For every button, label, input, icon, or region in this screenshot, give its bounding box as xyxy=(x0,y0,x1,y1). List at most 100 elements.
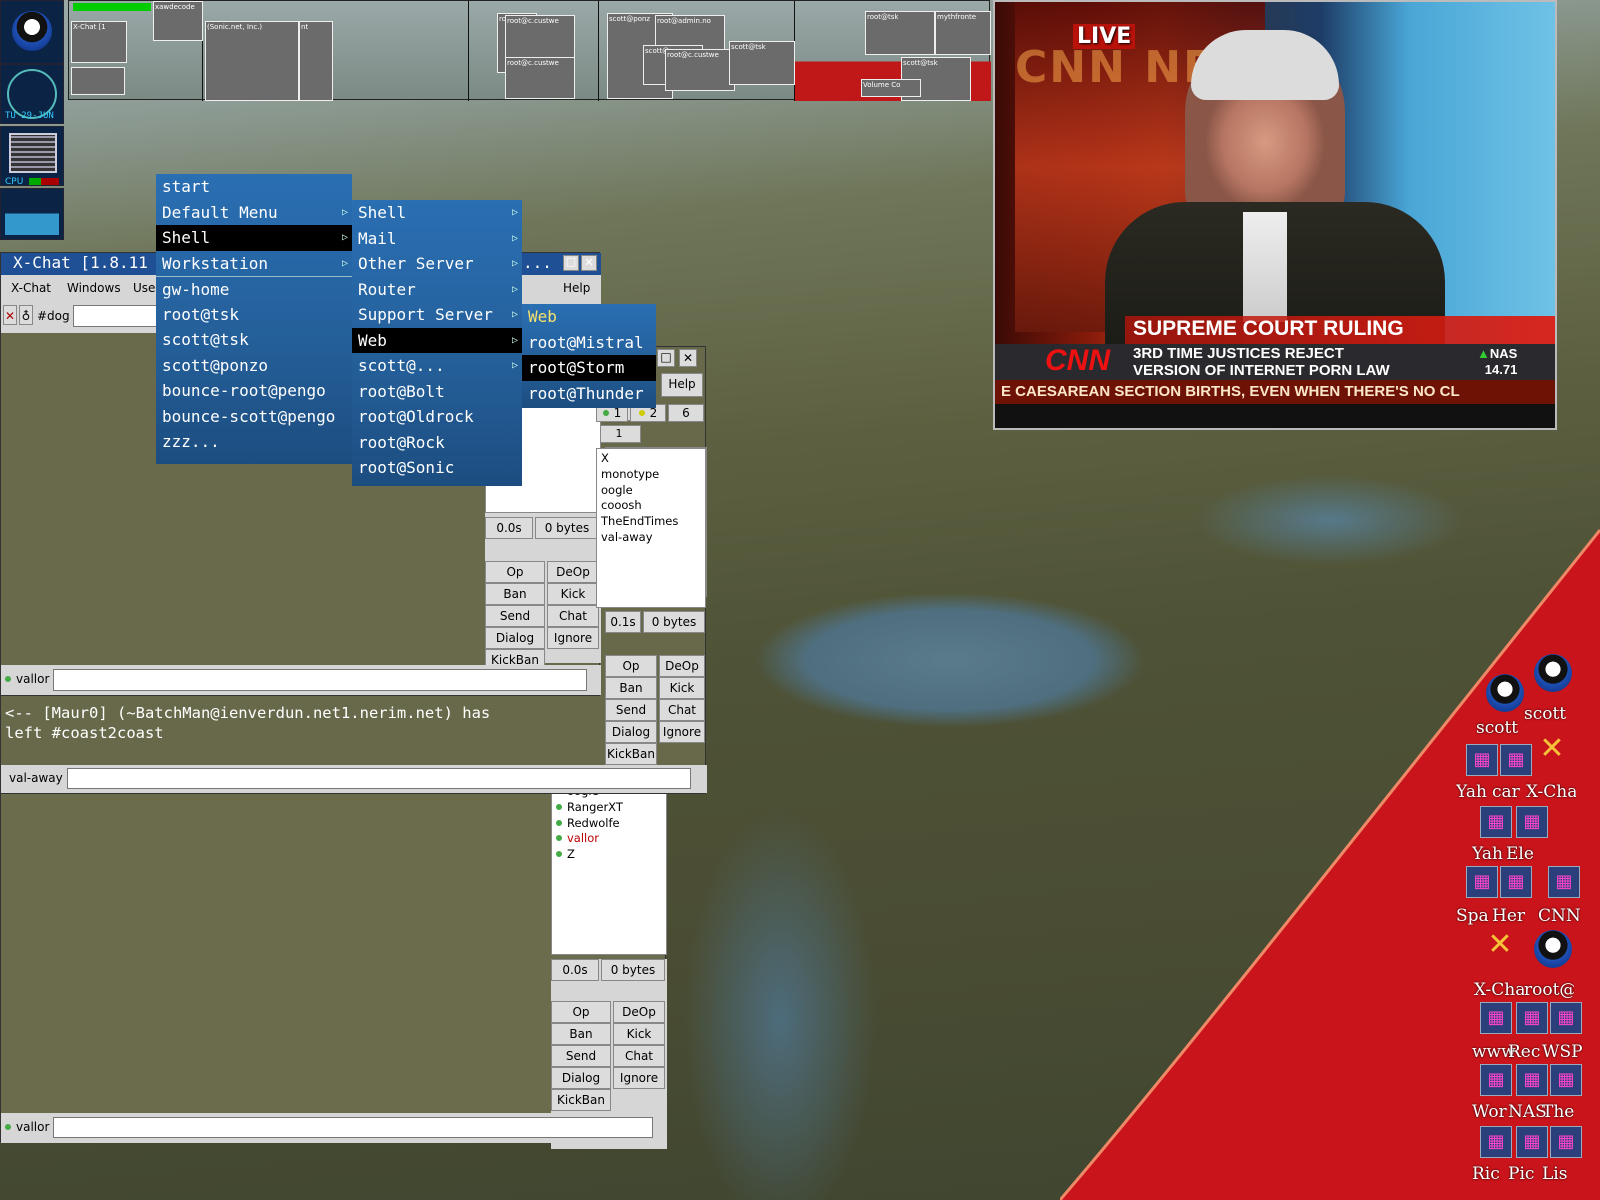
pager-window[interactable]: root@tsk xyxy=(865,11,935,55)
tux-icon[interactable] xyxy=(1486,674,1524,712)
user-list-item[interactable]: vallor xyxy=(556,831,662,847)
launcher-icon[interactable]: ▦ xyxy=(1516,806,1548,838)
menu-item[interactable]: Web xyxy=(522,304,656,330)
menu-item[interactable]: start xyxy=(156,174,352,200)
ignore-button[interactable]: Ignore xyxy=(613,1067,665,1089)
menu-item[interactable]: root@Rock xyxy=(352,430,522,456)
menu-item[interactable]: root@tsk xyxy=(156,302,352,328)
user-list-item[interactable]: TheEndTimes xyxy=(601,514,701,530)
menu-item[interactable]: root@Mistral xyxy=(522,330,656,356)
desktop-icon-label[interactable]: The xyxy=(1542,1102,1574,1122)
menu-item[interactable]: scott@ponzo xyxy=(156,353,352,379)
kickban-button[interactable]: KickBan xyxy=(605,743,657,765)
launcher-icon[interactable]: ▦ xyxy=(1480,1002,1512,1034)
tux-icon[interactable] xyxy=(1534,930,1572,968)
ignore-button[interactable]: Ignore xyxy=(659,721,705,743)
tab-strip[interactable]: 1 xyxy=(597,425,641,443)
launcher-icon[interactable]: ▦ xyxy=(1516,1002,1548,1034)
dock-clock[interactable]: TU 29-JUN xyxy=(0,64,64,124)
launcher-icon[interactable]: ▦ xyxy=(1550,1064,1582,1096)
pager-window[interactable]: root@c.custwe xyxy=(505,57,575,99)
pager-window[interactable]: root@c.custwe xyxy=(505,15,575,61)
close-icon[interactable]: ✕ xyxy=(679,349,697,367)
user-list-item[interactable]: oogle xyxy=(601,483,701,499)
menu-item[interactable]: gw-home xyxy=(156,276,352,302)
menu-item[interactable]: zzz... xyxy=(156,429,352,455)
chat-button[interactable]: Chat xyxy=(547,605,599,627)
maximize-icon[interactable]: □ xyxy=(657,349,675,367)
user-list-item[interactable]: X xyxy=(601,451,701,467)
kick-button[interactable]: Kick xyxy=(659,677,705,699)
pager-window[interactable]: root@c.custwe xyxy=(665,49,735,91)
pager-window[interactable]: Volume Co xyxy=(861,79,921,97)
desktop-icon-label[interactable]: Spa xyxy=(1456,906,1489,926)
menu-item[interactable]: scott@... ▷ xyxy=(352,353,522,379)
desktop-icon-label[interactable]: CNN xyxy=(1538,906,1581,926)
menu-item[interactable]: root@Oldrock xyxy=(352,404,522,430)
desktop-icon-label[interactable]: X-Cha xyxy=(1474,980,1524,1000)
user-list-item[interactable]: monotype xyxy=(601,467,701,483)
pager-desk-1[interactable]: X-Chat [1 xawdecode xyxy=(69,1,203,101)
kickban-button[interactable]: KickBan xyxy=(551,1089,611,1111)
menu-item[interactable]: Router ▷ xyxy=(352,277,522,303)
user-list[interactable]: X monotype oogle cooosh TheEndTimes val-… xyxy=(596,448,706,608)
menu-xchat[interactable]: X-Chat xyxy=(11,281,51,295)
user-list[interactable]: oogle RangerXT Redwolfe vallor Z xyxy=(551,781,667,955)
launcher-icon[interactable]: ▦ xyxy=(1480,1126,1512,1158)
message-input[interactable] xyxy=(53,1117,653,1138)
launcher-icon[interactable]: ▦ xyxy=(1466,866,1498,898)
pager-window[interactable] xyxy=(71,67,125,95)
desktop-pager[interactable]: X-Chat [1 xawdecode (Sonic.net, Inc.) nt… xyxy=(68,0,991,101)
op-button[interactable]: Op xyxy=(485,561,545,583)
menu-item[interactable]: Other Server ▷ xyxy=(352,251,522,277)
ban-button[interactable]: Ban xyxy=(605,677,657,699)
dialog-button[interactable]: Dialog xyxy=(551,1067,611,1089)
ban-button[interactable]: Ban xyxy=(551,1023,611,1045)
dock-tux-app[interactable] xyxy=(0,0,64,64)
help-menu[interactable]: Help xyxy=(661,373,703,397)
menu-windows[interactable]: Windows xyxy=(67,281,121,295)
menu-item[interactable]: root@Storm xyxy=(522,355,656,381)
xchat-icon[interactable]: ✕ xyxy=(1536,734,1568,766)
desktop-icon-label[interactable]: WSP xyxy=(1542,1042,1583,1062)
pager-window[interactable]: X-Chat [1 xyxy=(71,21,127,63)
pager-window[interactable]: (Sonic.net, Inc.) xyxy=(205,21,299,101)
ignore-button[interactable]: Ignore xyxy=(547,627,599,649)
tab-1[interactable]: 1 xyxy=(616,427,623,440)
launcher-icon[interactable]: ▦ xyxy=(1548,866,1580,898)
xchat-icon[interactable]: ✕ xyxy=(1484,930,1516,962)
menu-item[interactable]: Mail ▷ xyxy=(352,226,522,252)
desktop-icon-label[interactable]: scott xyxy=(1524,704,1566,724)
deop-button[interactable]: DeOp xyxy=(547,561,599,583)
menu-item[interactable]: Workstation ▷ xyxy=(156,251,352,277)
desktop-icon-label[interactable]: Ele xyxy=(1506,844,1534,864)
kick-button[interactable]: Kick xyxy=(613,1023,665,1045)
menu-item[interactable]: Shell ▷ xyxy=(156,225,352,251)
chat-button[interactable]: Chat xyxy=(659,699,705,721)
user-list-item[interactable]: Redwolfe xyxy=(556,816,662,832)
desktop-icon-label[interactable]: car xyxy=(1492,782,1520,802)
desktop-icon-label[interactable]: Pic xyxy=(1508,1164,1534,1184)
web-submenu[interactable]: Web root@Mistral root@Storm root@Thunder xyxy=(522,304,656,408)
deop-button[interactable]: DeOp xyxy=(613,1001,665,1023)
op-button[interactable]: Op xyxy=(605,655,657,677)
launcher-icon[interactable]: ▦ xyxy=(1516,1064,1548,1096)
pager-desk-2[interactable]: (Sonic.net, Inc.) nt xyxy=(203,1,469,101)
send-button[interactable]: Send xyxy=(485,605,545,627)
chat-button[interactable]: Chat xyxy=(613,1045,665,1067)
pager-desk-5[interactable]: root@tsk mythfronte scott@tsk Volume Co xyxy=(795,1,991,101)
desktop-icon-label[interactable]: Yah xyxy=(1472,844,1503,864)
tv-viewer-window[interactable]: CNN NEWS LIVE SUPREME COURT RULING CNN 3… xyxy=(993,0,1557,430)
desktop-icon-label[interactable]: Rec xyxy=(1508,1042,1540,1062)
dock-monitor[interactable]: CPU xyxy=(0,126,64,187)
desktop-icon-label[interactable]: Wor xyxy=(1472,1102,1507,1122)
menu-item[interactable]: root@Bolt xyxy=(352,379,522,405)
dialog-button[interactable]: Dialog xyxy=(485,627,545,649)
launcher-icon[interactable]: ▦ xyxy=(1480,806,1512,838)
pager-desk-4[interactable]: scott@ponz root@admin.no scott@ponzo roo… xyxy=(599,1,795,101)
kick-button[interactable]: Kick xyxy=(547,583,599,605)
root-menu[interactable]: start Default Menu ▷ Shell ▷ Workstation ▷ gw-h… xyxy=(156,174,352,464)
close-icon[interactable]: ✕ xyxy=(581,255,597,271)
pager-desk-3[interactable]: root@ root@c.custwe root@c.custwe xyxy=(469,1,599,101)
user-list-item[interactable]: val-away xyxy=(601,530,701,546)
